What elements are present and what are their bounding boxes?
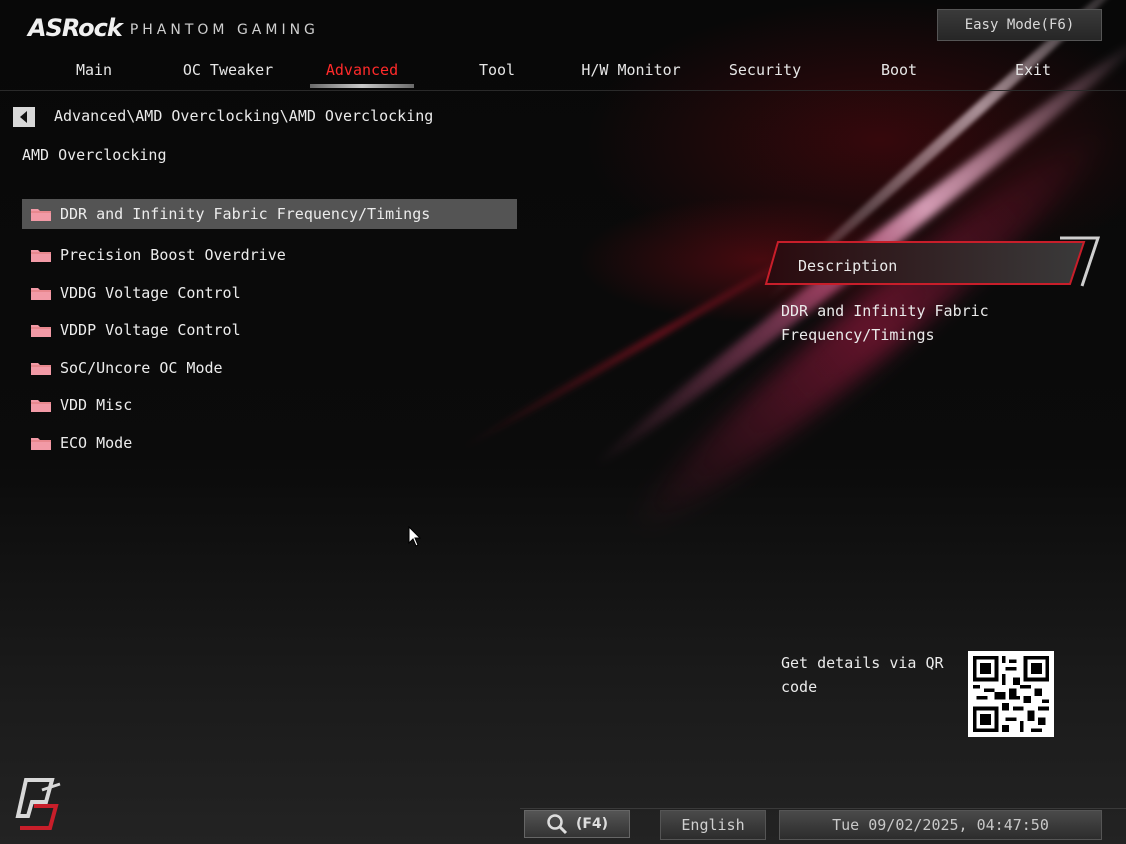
folder-icon [31, 287, 51, 300]
tab-security[interactable]: Security [705, 56, 825, 84]
arrow-left-icon [20, 111, 27, 123]
menu-item-label: ECO Mode [60, 433, 133, 452]
qr-code [968, 651, 1054, 737]
folder-icon [31, 362, 51, 375]
menu-item-vdd-misc[interactable]: VDD Misc [22, 387, 517, 425]
phantom-gaming-logo-icon [15, 778, 61, 830]
folder-icon [31, 209, 51, 221]
menu-item-precision-boost-overdrive[interactable]: Precision Boost Overdrive [22, 237, 517, 275]
menu-item-label: DDR and Infinity Fabric Frequency/Timing… [60, 205, 431, 223]
brand-name: ASRock [28, 14, 123, 42]
page-title: AMD Overclocking [22, 146, 167, 164]
folder-icon [31, 437, 51, 450]
menu-item-label: VDD Misc [60, 396, 133, 415]
search-shortcut-label: (F4) [575, 816, 609, 832]
tab-hw-monitor[interactable]: H/W Monitor [571, 56, 691, 84]
menu-item-soc-uncore-oc-mode[interactable]: SoC/Uncore OC Mode [22, 349, 517, 387]
qr-code-icon [973, 656, 1049, 732]
folder-icon [31, 400, 51, 413]
menu-item-ddr-infinity-fabric[interactable]: DDR and Infinity Fabric Frequency/Timing… [22, 199, 517, 229]
back-button[interactable] [13, 107, 35, 127]
menu-item-vddg-voltage-control[interactable]: VDDG Voltage Control [22, 274, 517, 312]
tab-tool[interactable]: Tool [437, 56, 557, 84]
easy-mode-button[interactable]: Easy Mode(F6) [937, 9, 1102, 41]
header-divider [0, 90, 1126, 91]
breadcrumb: Advanced\AMD Overclocking\AMD Overclocki… [54, 107, 434, 125]
footer-divider [520, 808, 1126, 809]
tab-advanced[interactable]: Advanced [302, 56, 422, 84]
menu-item-eco-mode[interactable]: ECO Mode [22, 424, 517, 462]
tab-oc-tweaker[interactable]: OC Tweaker [168, 56, 288, 84]
qr-label: Get details via QR code [781, 654, 944, 696]
search-button[interactable]: (F4) [524, 810, 630, 838]
folder-icon [31, 250, 51, 263]
description-title: Description [798, 257, 898, 275]
menu-item-label: SoC/Uncore OC Mode [60, 358, 223, 377]
datetime-display: Tue 09/02/2025, 04:47:50 [779, 810, 1102, 840]
menu-item-label: VDDP Voltage Control [60, 321, 241, 340]
brand-logo: ASRock PHANTOM GAMING [28, 14, 319, 42]
main-tabs: Main OC Tweaker Advanced Tool H/W Monito… [0, 56, 1126, 86]
active-tab-indicator [310, 84, 414, 88]
tab-exit[interactable]: Exit [973, 56, 1093, 84]
tab-boot[interactable]: Boot [839, 56, 959, 84]
description-text: DDR and Infinity Fabric Frequency/Timing… [781, 302, 989, 344]
brand-subtitle: PHANTOM GAMING [129, 22, 319, 38]
submenu-list: DDR and Infinity Fabric Frequency/Timing… [22, 199, 517, 462]
language-button[interactable]: English [660, 810, 766, 840]
folder-icon [31, 325, 51, 338]
search-icon [547, 814, 567, 835]
menu-item-label: VDDG Voltage Control [60, 283, 241, 302]
tab-main[interactable]: Main [34, 56, 154, 84]
menu-item-label: Precision Boost Overdrive [60, 246, 286, 265]
mouse-cursor-icon [408, 526, 422, 547]
menu-item-vddp-voltage-control[interactable]: VDDP Voltage Control [22, 312, 517, 350]
